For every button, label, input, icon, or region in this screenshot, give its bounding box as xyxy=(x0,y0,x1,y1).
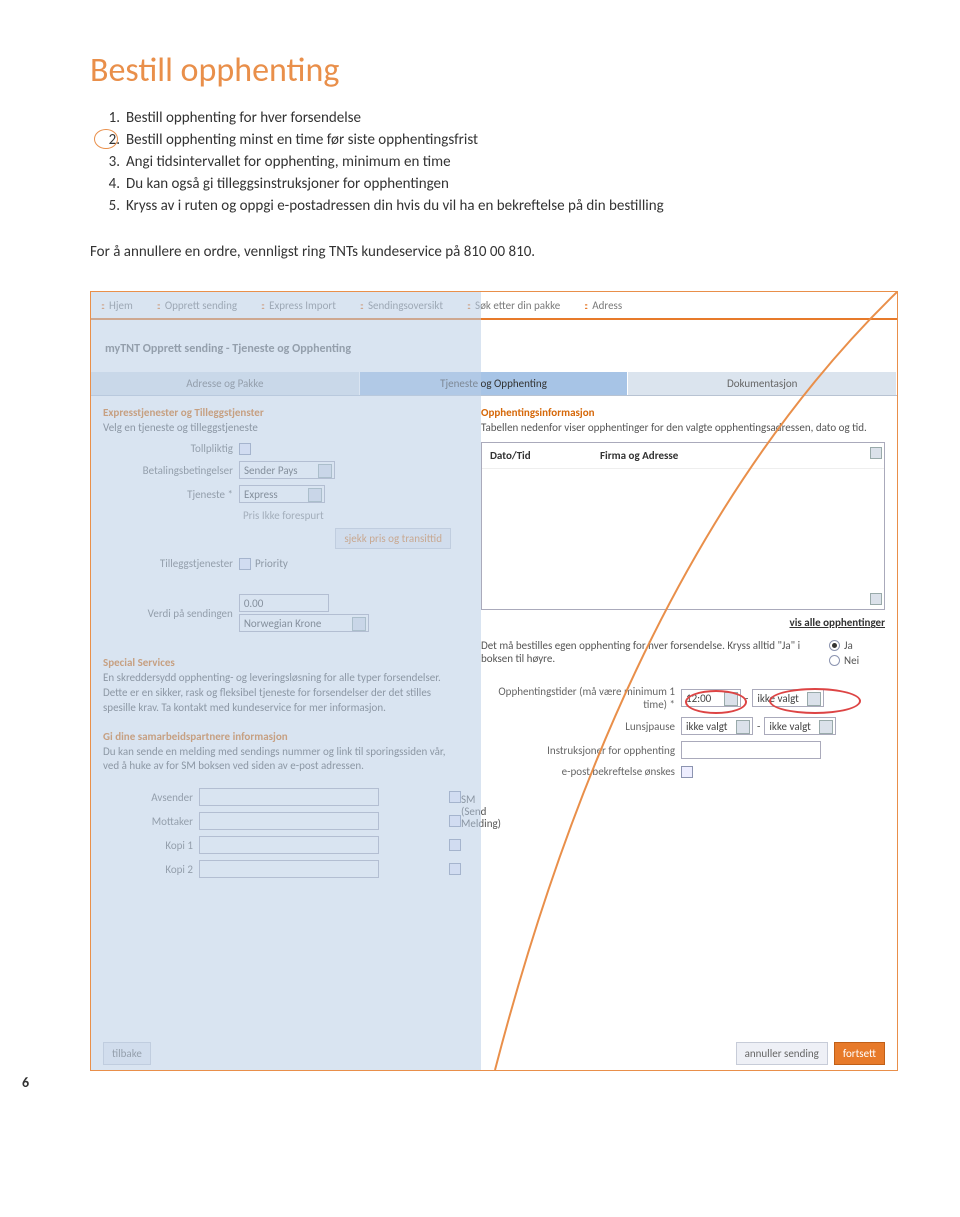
nav-home[interactable]: Hjem xyxy=(109,299,133,312)
cancel-note: For å annullere en ordre, vennligst ring… xyxy=(90,243,900,261)
special-services-heading: Special Services xyxy=(103,656,461,669)
show-all-pickups-link[interactable]: vis alle opphentinger xyxy=(481,616,885,629)
nav-dots-icon: ::: xyxy=(261,299,263,312)
nav-dots-icon: ::: xyxy=(584,299,586,312)
pickup-from-select[interactable]: 12:00 xyxy=(681,689,741,707)
page-number: 6 xyxy=(22,1074,29,1091)
email-confirm-label: e-post bekreftelse ønskes xyxy=(481,765,681,778)
shipment-value-input[interactable]: 0.00 xyxy=(239,594,329,612)
back-button[interactable]: tilbake xyxy=(103,1042,151,1065)
screenshot-panel: :::Hjem :::Opprett sending :::Express Im… xyxy=(90,291,898,1071)
dutiable-label: Tollpliktig xyxy=(103,442,239,455)
col-company: Firma og Adresse xyxy=(600,449,678,462)
wizard-tabs: Adresse og Pakke Tjeneste og Opphenting … xyxy=(91,372,897,396)
lunch-label: Lunsjpause xyxy=(481,720,681,733)
step-5: Kryss av i ruten og oppgi e-postadressen… xyxy=(126,197,664,215)
receiver-sm-checkbox[interactable] xyxy=(449,815,461,827)
tab-address[interactable]: Adresse og Pakke xyxy=(91,372,360,395)
receiver-label: Mottaker xyxy=(103,815,199,828)
page-title: Bestill opphenting xyxy=(90,50,900,91)
pickup-info-heading: Opphentingsinformasjon xyxy=(481,406,885,419)
express-sub: Velg en tjeneste og tilleggstjeneste xyxy=(103,421,461,434)
currency-select[interactable]: Norwegian Krone xyxy=(239,614,369,632)
copy2-label: Kopi 2 xyxy=(103,863,199,876)
priority-checkbox[interactable] xyxy=(239,558,251,570)
express-heading: Expresstjenester og Tilleggstjenster xyxy=(103,406,461,419)
wizard-footer: tilbake annuller sending fortsett xyxy=(91,1036,897,1070)
pickup-table: Dato/Tid Firma og Adresse xyxy=(481,442,885,610)
instruction-list: 1.Bestill opphenting for hver forsendels… xyxy=(98,109,900,215)
lunch-to-select[interactable]: ikke valgt xyxy=(764,717,836,735)
nav-dots-icon: ::: xyxy=(360,299,362,312)
receiver-input[interactable] xyxy=(199,812,379,830)
step-1: Bestill opphenting for hver forsendelse xyxy=(126,109,361,127)
payment-label: Betalingsbetingelser xyxy=(103,464,239,477)
section-heading: myTNT Opprett sending - Tjeneste og Opph… xyxy=(105,342,897,356)
top-nav: :::Hjem :::Opprett sending :::Express Im… xyxy=(91,292,897,320)
special-services-text: En skreddersydd opphenting- og leverings… xyxy=(103,671,461,716)
nav-dots-icon: ::: xyxy=(467,299,469,312)
pickup-time-label: Opphentingstider (må være minimum 1 time… xyxy=(481,685,681,711)
step-4: Du kan også gi tilleggsinstruksjoner for… xyxy=(126,175,449,193)
nav-import[interactable]: Express Import xyxy=(269,299,336,312)
sender-label: Avsender xyxy=(103,791,199,804)
copy2-input[interactable] xyxy=(199,860,379,878)
pickup-instructions-label: Instruksjoner for opphenting xyxy=(481,744,681,757)
lunch-from-select[interactable]: ikke valgt xyxy=(681,717,753,735)
copy1-label: Kopi 1 xyxy=(103,839,199,852)
radio-no[interactable] xyxy=(829,655,840,666)
step-2: Bestill opphenting minst en time før sis… xyxy=(126,131,478,149)
pickup-info-sub: Tabellen nedenfor viser opphentinger for… xyxy=(481,421,885,434)
nav-create[interactable]: Opprett sending xyxy=(165,299,237,312)
copy2-sm-checkbox[interactable] xyxy=(449,863,461,875)
scroll-up-icon[interactable] xyxy=(870,447,882,459)
cancel-button[interactable]: annuller sending xyxy=(736,1042,828,1065)
copy1-input[interactable] xyxy=(199,836,379,854)
sender-sm-checkbox[interactable] xyxy=(449,791,461,803)
radio-yes[interactable] xyxy=(829,640,840,651)
addons-label: Tilleggstjenester xyxy=(103,557,239,570)
radio-yes-label: Ja xyxy=(844,639,853,652)
payment-select[interactable]: Sender Pays xyxy=(239,461,335,479)
copy1-sm-checkbox[interactable] xyxy=(449,839,461,851)
service-select[interactable]: Express xyxy=(239,485,325,503)
partner-info-heading: Gi dine samarbeidspartnere informasjon xyxy=(103,730,461,743)
tab-documentation[interactable]: Dokumentasjon xyxy=(628,372,897,395)
sender-input[interactable] xyxy=(199,788,379,806)
radio-no-label: Nei xyxy=(844,654,859,667)
price-note: Pris Ikke forespurt xyxy=(243,509,461,522)
service-label: Tjeneste * xyxy=(103,488,239,501)
nav-dots-icon: ::: xyxy=(101,299,103,312)
pickup-instructions-input[interactable] xyxy=(681,741,821,759)
col-date: Dato/Tid xyxy=(490,449,600,462)
step-3: Angi tidsintervallet for opphenting, min… xyxy=(126,153,451,171)
dutiable-checkbox[interactable] xyxy=(239,443,251,455)
check-price-button[interactable]: sjekk pris og transittid xyxy=(335,528,451,549)
pickup-required-text: Det må bestilles egen opphenting for hve… xyxy=(481,639,829,665)
partner-info-text: Du kan sende en melding med sendings num… xyxy=(103,745,461,775)
nav-overview[interactable]: Sendingsoversikt xyxy=(368,299,443,312)
tab-service[interactable]: Tjeneste og Opphenting xyxy=(360,372,629,395)
email-confirm-checkbox[interactable] xyxy=(681,766,693,778)
priority-label: Priority xyxy=(255,557,288,570)
nav-dots-icon: ::: xyxy=(157,299,159,312)
scroll-down-icon[interactable] xyxy=(870,593,882,605)
next-button[interactable]: fortsett xyxy=(834,1042,885,1065)
nav-address[interactable]: Adress xyxy=(592,299,622,312)
shipment-value-label: Verdi på sendingen xyxy=(103,607,239,620)
nav-track[interactable]: Søk etter din pakke xyxy=(475,299,560,312)
pickup-to-select[interactable]: ikke valgt xyxy=(752,689,824,707)
